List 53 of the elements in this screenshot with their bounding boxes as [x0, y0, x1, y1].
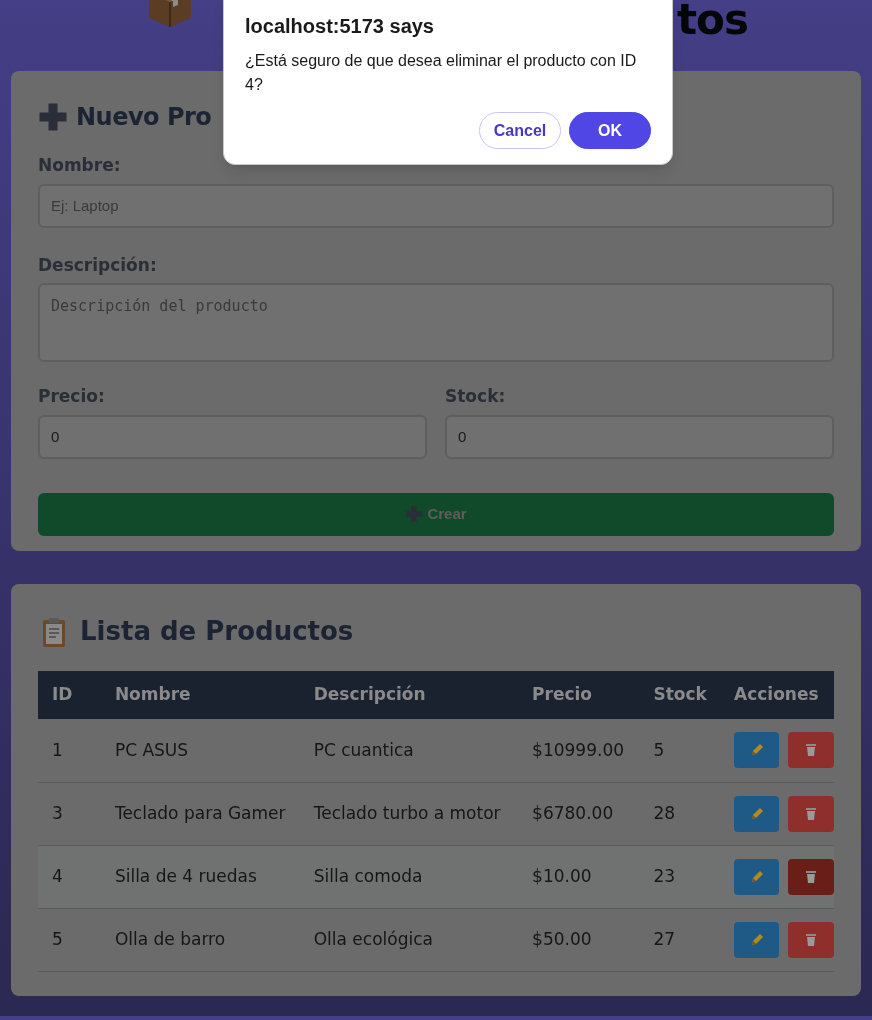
table-cell: 3	[38, 782, 101, 845]
table-cell: $10999.00	[518, 719, 640, 782]
table-cell: $50.00	[518, 908, 640, 971]
table-cell: Olla ecológica	[299, 908, 519, 971]
field-label: Nombre:	[38, 154, 122, 177]
delete-button[interactable]	[788, 858, 834, 895]
trash-icon	[803, 805, 819, 822]
delete-button[interactable]	[788, 921, 834, 958]
edit-button[interactable]	[734, 795, 779, 832]
column-header: ID	[38, 671, 101, 719]
trash-icon	[803, 742, 819, 759]
field-label: Stock:	[445, 385, 507, 408]
column-header: Precio	[518, 671, 640, 719]
table-cell: $10.00	[518, 845, 640, 908]
field-label: Precio:	[38, 385, 106, 408]
table-cell: 5	[639, 719, 720, 782]
plus-icon	[38, 102, 68, 132]
list-title: Lista de Productos	[80, 615, 354, 648]
page-title: tos	[677, 0, 748, 41]
cancel-button[interactable]: Cancel	[479, 112, 561, 149]
edit-button[interactable]	[734, 921, 779, 958]
column-header: Stock	[639, 671, 720, 719]
table-cell: Olla de barro	[100, 908, 300, 971]
table-cell: 27	[639, 908, 720, 971]
table-cell: 1	[38, 719, 101, 782]
table-cell: Silla comoda	[299, 845, 519, 908]
table-cell: Silla de 4 ruedas	[100, 845, 300, 908]
edit-button[interactable]	[734, 858, 779, 895]
table-cell: PC ASUS	[100, 719, 300, 782]
table-cell: $6780.00	[518, 782, 640, 845]
table-cell: Teclado turbo a motor	[299, 782, 519, 845]
column-header: Nombre	[100, 671, 300, 719]
dialog-message: ¿Está seguro de que desea eliminar el producto con ID 4?	[245, 51, 638, 95]
delete-button[interactable]	[788, 732, 834, 769]
field-label: Descripción:	[38, 253, 158, 277]
number-field[interactable]: 0	[445, 414, 834, 459]
trash-icon	[803, 931, 819, 948]
table-cell: Teclado para Gamer	[100, 782, 300, 845]
edit-button[interactable]	[734, 732, 779, 769]
form-title: Nuevo Pro	[76, 102, 212, 133]
trash-icon	[803, 868, 819, 885]
number-field[interactable]: 0	[38, 414, 427, 459]
dialog-title: localhost:5173 says	[245, 14, 435, 39]
column-header: Descripción	[299, 671, 519, 719]
table-cell: 4	[38, 845, 101, 908]
plus-icon	[405, 505, 424, 523]
table-cell: 5	[38, 908, 101, 971]
delete-button[interactable]	[788, 795, 834, 832]
table-cell: 23	[639, 845, 720, 908]
table-cell: 28	[639, 782, 720, 845]
column-header: Acciones	[720, 671, 834, 719]
ok-button[interactable]: OK	[569, 112, 651, 149]
table-cell: PC cuantica	[299, 719, 519, 782]
